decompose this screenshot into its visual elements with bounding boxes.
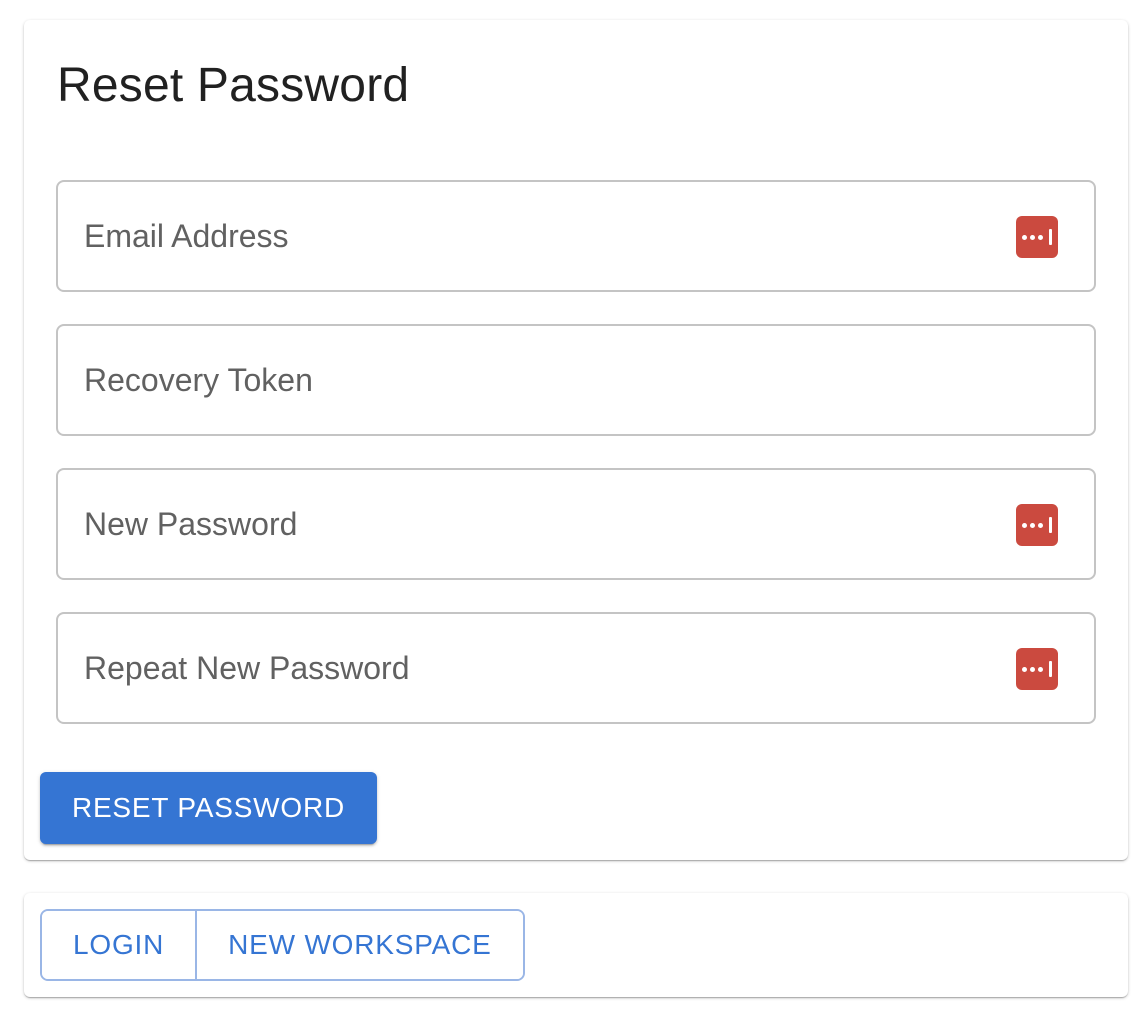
reset-password-card: Reset Password RESET PASSWORD: [24, 20, 1128, 860]
page-title: Reset Password: [57, 59, 410, 112]
reset-password-button[interactable]: RESET PASSWORD: [40, 772, 377, 844]
password-manager-icon[interactable]: [1016, 648, 1058, 690]
password-manager-icon[interactable]: [1016, 504, 1058, 546]
password-manager-icon[interactable]: [1016, 216, 1058, 258]
recovery-token-field[interactable]: [56, 324, 1096, 436]
email-input[interactable]: [84, 182, 984, 290]
repeat-new-password-input[interactable]: [84, 614, 984, 722]
email-field[interactable]: [56, 180, 1096, 292]
footer-card: LOGIN NEW WORKSPACE: [24, 893, 1128, 997]
login-button[interactable]: LOGIN: [42, 911, 196, 979]
recovery-token-input[interactable]: [84, 326, 984, 434]
auth-nav-button-group: LOGIN NEW WORKSPACE: [40, 909, 525, 981]
repeat-new-password-field[interactable]: [56, 612, 1096, 724]
new-workspace-button[interactable]: NEW WORKSPACE: [195, 911, 523, 979]
new-password-input[interactable]: [84, 470, 984, 578]
new-password-field[interactable]: [56, 468, 1096, 580]
